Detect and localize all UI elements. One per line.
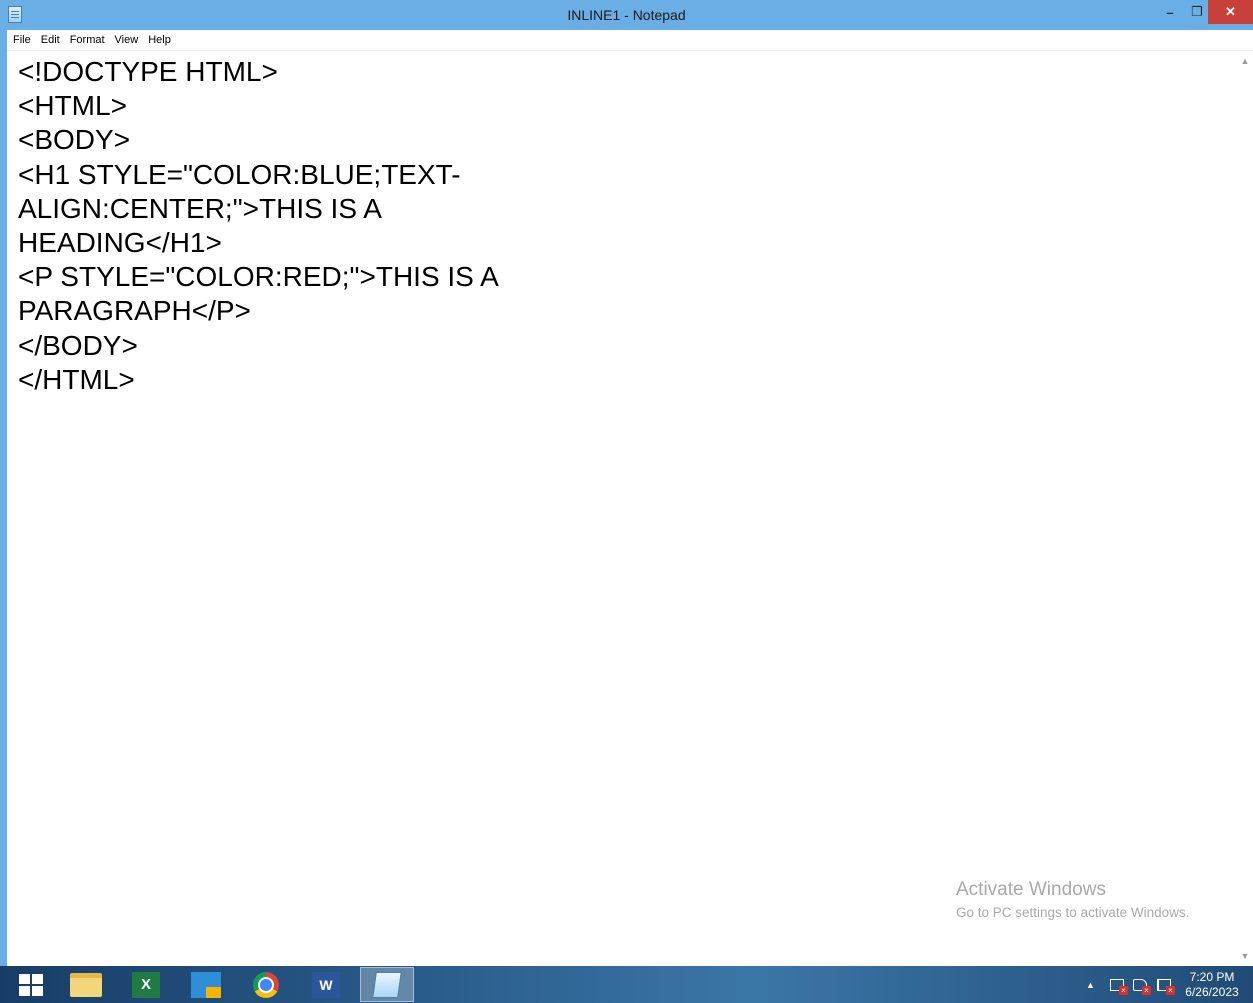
word-icon: W: [312, 971, 340, 998]
vertical-scrollbar[interactable]: ▲ ▼: [1237, 51, 1253, 966]
start-button[interactable]: [4, 967, 58, 1002]
activate-windows-watermark: Activate Windows Go to PC settings to ac…: [956, 879, 1189, 923]
close-button[interactable]: ✕: [1208, 0, 1253, 24]
store-icon: [191, 971, 221, 998]
watermark-subtitle: Go to PC settings to activate Windows.: [956, 905, 1190, 920]
menu-view[interactable]: View: [110, 31, 144, 49]
scroll-up-icon[interactable]: ▲: [1237, 53, 1253, 69]
clock-date: 6/26/2023: [1185, 985, 1239, 999]
minimize-button[interactable]: –: [1154, 0, 1186, 24]
taskbar-excel[interactable]: X: [119, 967, 173, 1002]
scroll-down-icon[interactable]: ▼: [1237, 948, 1253, 964]
taskbar-store[interactable]: [179, 967, 233, 1002]
network-icon[interactable]: ×: [1110, 966, 1128, 1003]
text-editor-area[interactable]: <!DOCTYPE HTML> <HTML> <BODY> <H1 STYLE=…: [7, 51, 1237, 966]
clock-time: 7:20 PM: [1189, 970, 1235, 984]
editor-content[interactable]: <!DOCTYPE HTML> <HTML> <BODY> <H1 STYLE=…: [18, 55, 499, 397]
window-title: INLINE1 - Notepad: [567, 7, 686, 23]
title-bar[interactable]: INLINE1 - Notepad – ❐ ✕: [0, 0, 1253, 30]
taskbar: X W ▲ × × × 7:20 PM 6/26/2023: [0, 966, 1253, 1003]
menu-format[interactable]: Format: [65, 31, 110, 49]
taskbar-chrome[interactable]: [239, 967, 293, 1002]
folder-icon: [70, 972, 102, 997]
restore-button[interactable]: ❐: [1186, 0, 1208, 24]
taskbar-file-explorer[interactable]: [59, 967, 113, 1002]
volume-muted-icon[interactable]: ×: [1133, 966, 1151, 1003]
taskbar-notepad[interactable]: [360, 967, 414, 1002]
menu-bar: File Edit Format View Help: [7, 30, 1253, 51]
clock[interactable]: 7:20 PM 6/26/2023: [1180, 970, 1244, 1000]
excel-icon: X: [132, 971, 160, 998]
chrome-icon: [253, 971, 279, 998]
menu-file[interactable]: File: [7, 31, 36, 49]
windows-logo-icon: [19, 973, 43, 996]
notepad-window: INLINE1 - Notepad – ❐ ✕ File Edit Format…: [0, 0, 1253, 966]
menu-edit[interactable]: Edit: [36, 31, 65, 49]
menu-help[interactable]: Help: [143, 31, 176, 49]
notepad-icon: [372, 971, 402, 998]
watermark-title: Activate Windows: [956, 879, 1106, 900]
action-center-flag-icon[interactable]: ×: [1157, 966, 1175, 1003]
show-hidden-icons-button[interactable]: ▲: [1086, 966, 1095, 1003]
taskbar-word[interactable]: W: [299, 967, 353, 1002]
